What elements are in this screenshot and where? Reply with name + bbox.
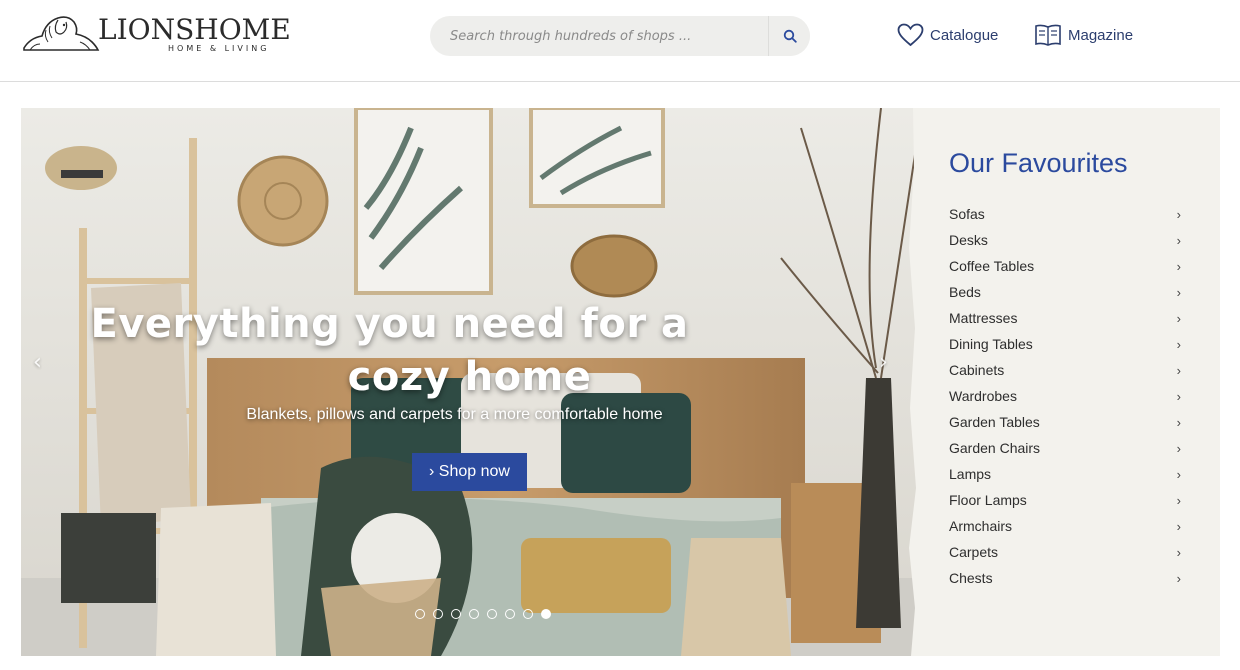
- favourite-item-sofas[interactable]: Sofas ›: [949, 201, 1181, 227]
- chevron-right-icon: ›: [1176, 518, 1181, 534]
- chevron-right-icon: ›: [1176, 284, 1181, 300]
- lion-logo-icon: [23, 16, 100, 51]
- chevron-right-icon: ›: [1176, 206, 1181, 222]
- carousel-dot[interactable]: [433, 609, 443, 619]
- favourite-item-label: Sofas: [949, 206, 985, 222]
- favourite-item-garden-tables[interactable]: Garden Tables ›: [949, 409, 1181, 435]
- lionshome-logo[interactable]: LIONSHOME HOME & LIVING: [20, 12, 291, 56]
- carousel-dot[interactable]: [451, 609, 461, 619]
- chevron-right-icon: ›: [1176, 362, 1181, 378]
- chevron-right-icon: ›: [1176, 232, 1181, 248]
- nav-catalogue-link[interactable]: Catalogue: [897, 22, 998, 48]
- carousel-prev-icon[interactable]: ‹: [33, 350, 42, 375]
- hero-subtitle: Blankets, pillows and carpets for a more…: [246, 406, 663, 423]
- chevron-right-icon: ›: [1176, 492, 1181, 508]
- favourite-item-wardrobes[interactable]: Wardrobes ›: [949, 383, 1181, 409]
- chevron-right-icon: ›: [1176, 258, 1181, 274]
- favourite-item-label: Mattresses: [949, 310, 1018, 326]
- carousel-dot[interactable]: [469, 609, 479, 619]
- carousel-dot[interactable]: [487, 609, 497, 619]
- favourite-item-desks[interactable]: Desks ›: [949, 227, 1181, 253]
- chevron-right-icon: ›: [1176, 544, 1181, 560]
- favourite-item-label: Cabinets: [949, 362, 1005, 378]
- favourite-item-dining-tables[interactable]: Dining Tables ›: [949, 331, 1181, 357]
- hero-title-line2: cozy home: [347, 354, 592, 400]
- book-icon: [1035, 24, 1061, 46]
- favourite-item-label: Wardrobes: [949, 388, 1017, 404]
- favourite-item-label: Floor Lamps: [949, 492, 1027, 508]
- favourite-item-armchairs[interactable]: Armchairs ›: [949, 513, 1181, 539]
- favourite-item-label: Coffee Tables: [949, 258, 1035, 274]
- hero-title: Everything you need for a cozy home: [21, 298, 918, 404]
- favourite-item-label: Beds: [949, 284, 981, 300]
- chevron-right-icon: ›: [1176, 466, 1181, 482]
- search-button[interactable]: [768, 16, 810, 56]
- hero-carousel: Everything you need for a cozy home Blan…: [21, 108, 918, 656]
- favourite-item-label: Carpets: [949, 544, 999, 560]
- logo-wordmark: LIONSHOME: [98, 13, 291, 46]
- search-input[interactable]: [430, 16, 768, 56]
- favourite-item-carpets[interactable]: Carpets ›: [949, 539, 1181, 565]
- favourite-item-label: Armchairs: [949, 518, 1013, 534]
- search-bar: [430, 16, 810, 56]
- favourite-item-chests[interactable]: Chests ›: [949, 565, 1181, 591]
- favourites-title: Our Favourites: [949, 148, 1128, 178]
- favourite-item-floor-lamps[interactable]: Floor Lamps ›: [949, 487, 1181, 513]
- chevron-right-icon: ›: [1176, 336, 1181, 352]
- shop-now-button[interactable]: › Shop now: [412, 453, 527, 491]
- chevron-right-icon: ›: [1176, 388, 1181, 404]
- heart-icon: [897, 23, 924, 47]
- favourite-item-label: Garden Tables: [949, 414, 1040, 430]
- favourite-item-garden-chairs[interactable]: Garden Chairs ›: [949, 435, 1181, 461]
- favourite-item-label: Desks: [949, 232, 988, 248]
- carousel-dot[interactable]: [523, 609, 533, 619]
- chevron-right-icon: ›: [1176, 570, 1181, 586]
- carousel-next-icon[interactable]: ›: [879, 350, 888, 375]
- favourites-panel: Our Favourites Sofas › Desks › Coffee Tabl…: [918, 108, 1220, 656]
- carousel-dots: [415, 609, 551, 621]
- search-icon: [783, 29, 797, 43]
- carousel-dot[interactable]: [505, 609, 515, 619]
- favourite-item-cabinets[interactable]: Cabinets ›: [949, 357, 1181, 383]
- carousel-dot-active[interactable]: [541, 609, 551, 619]
- chevron-right-icon: ›: [1176, 310, 1181, 326]
- favourite-item-label: Lamps: [949, 466, 992, 482]
- hero-title-line1: Everything you need for a: [90, 301, 689, 347]
- favourite-item-label: Chests: [949, 570, 993, 586]
- favourite-item-label: Dining Tables: [949, 336, 1033, 352]
- nav-magazine-label: Magazine: [1068, 26, 1134, 44]
- nav-magazine-link[interactable]: Magazine: [1034, 22, 1133, 48]
- logo-tagline: HOME & LIVING: [168, 44, 270, 53]
- favourite-item-lamps[interactable]: Lamps ›: [949, 461, 1181, 487]
- favourite-item-coffee-tables[interactable]: Coffee Tables ›: [949, 253, 1181, 279]
- favourite-item-mattresses[interactable]: Mattresses ›: [949, 305, 1181, 331]
- chevron-right-icon: ›: [1176, 414, 1181, 430]
- chevron-right-icon: ›: [1176, 440, 1181, 456]
- favourite-item-label: Garden Chairs: [949, 440, 1041, 456]
- favourites-list: Sofas › Desks › Coffee Tables › Beds › Mattr…: [949, 201, 1181, 591]
- site-header: LIONSHOME HOME & LIVING Catalogue Magazi…: [0, 0, 1240, 82]
- carousel-dot[interactable]: [415, 609, 425, 619]
- nav-catalogue-label: Catalogue: [930, 26, 999, 44]
- favourite-item-beds[interactable]: Beds ›: [949, 279, 1181, 305]
